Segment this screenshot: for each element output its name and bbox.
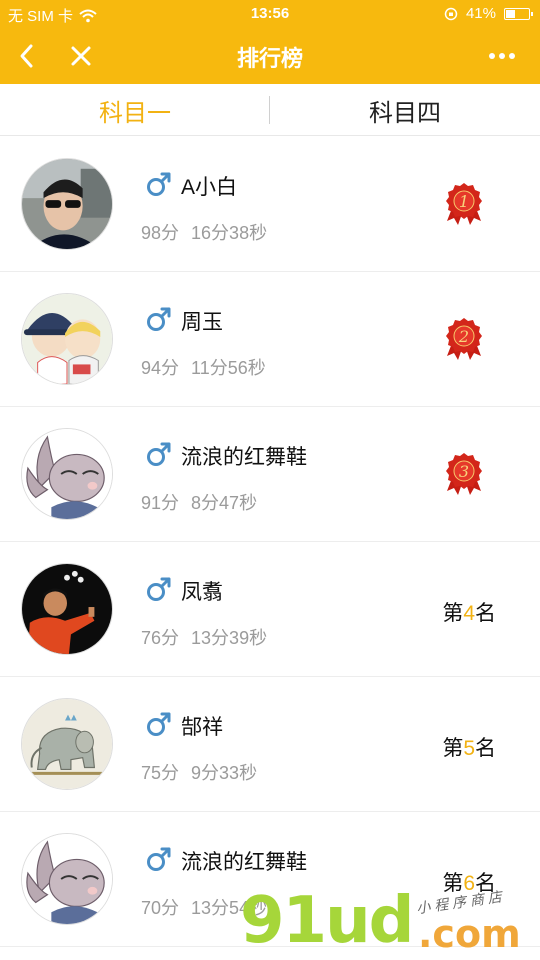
rank-number: 5 [463,737,475,760]
male-icon [147,577,171,601]
user-meta: 91分 8分47秒 [141,489,257,515]
rank-prefix: 第 [442,602,464,625]
tab-subject-4[interactable]: 科目四 [270,84,540,136]
avatar[interactable] [21,833,113,925]
score: 98分 [141,223,180,243]
rank-prefix: 第 [442,872,464,895]
user-meta: 98分 16分38秒 [141,219,267,245]
rank-suffix: 名 [475,872,496,895]
medal-number: 2 [458,327,469,346]
user-meta: 94分 11分56秒 [141,354,266,380]
rotation-lock-icon [444,7,458,20]
more-dots-icon [487,53,517,59]
battery-fill [506,9,515,18]
duration: 11分56秒 [191,358,266,378]
rank-label: 第5名 [442,732,496,762]
rank-number: 6 [463,872,475,895]
list-item[interactable]: 周玉 94分 11分56秒 2 [0,272,540,407]
list-item[interactable]: 郜祥 75分 9分33秒 第5名 [0,677,540,812]
duration: 13分39秒 [191,628,268,648]
score: 70分 [141,898,180,918]
status-bar: 无 SIM 卡 13:56 41% [0,0,540,28]
user-meta: 70分 13分54秒 [141,894,267,920]
medal-2-icon: 2 [446,318,482,360]
list-item[interactable]: 凤翥 76分 13分39秒 第4名 [0,542,540,677]
rank-number: 4 [463,602,475,625]
nav-bar: 排行榜 [0,28,540,84]
duration: 16分38秒 [191,223,268,243]
male-icon [147,172,171,196]
avatar[interactable] [21,293,113,385]
user-meta: 75分 9分33秒 [141,759,257,785]
score: 94分 [141,358,180,378]
user-name: A小白 [181,176,238,199]
list-item[interactable]: 流浪的红舞鞋 70分 13分54秒 第6名 [0,812,540,947]
medal-1-icon: 1 [446,183,482,225]
rank-suffix: 名 [475,602,496,625]
tab-subject-1[interactable]: 科目一 [0,84,270,136]
battery-icon [504,7,533,20]
page-title: 排行榜 [236,46,303,71]
medal-number: 3 [459,462,469,481]
user-name: 周玉 [181,311,223,334]
list-item[interactable]: A小白 98分 16分38秒 1 [0,137,540,272]
male-icon [147,847,171,871]
more-button[interactable] [478,34,526,78]
user-meta: 76分 13分39秒 [141,624,267,650]
score: 75分 [141,763,180,783]
list-item[interactable]: 流浪的红舞鞋 91分 8分47秒 3 [0,407,540,542]
user-name: 流浪的红舞鞋 [181,446,307,469]
rank-suffix: 名 [475,737,496,760]
user-name: 郜祥 [181,716,223,739]
user-name: 凤翥 [181,581,223,604]
avatar[interactable] [21,563,113,655]
user-name: 流浪的红舞鞋 [181,851,307,874]
avatar[interactable] [21,698,113,790]
male-icon [147,442,171,466]
avatar[interactable] [21,158,113,250]
subject-tabs: 科目一 科目四 [0,84,540,136]
medal-number: 1 [459,192,469,211]
male-icon [147,712,171,736]
rank-label: 第6名 [442,867,496,897]
male-icon [147,307,171,331]
ranking-list: A小白 98分 16分38秒 1 周玉 94分 11分56秒 2 流浪的红舞鞋 … [0,137,540,947]
score: 91分 [141,493,180,513]
rank-prefix: 第 [442,737,464,760]
duration: 8分47秒 [191,493,258,513]
duration: 13分54秒 [191,898,268,918]
avatar[interactable] [21,428,113,520]
score: 76分 [141,628,180,648]
rank-label: 第4名 [442,597,496,627]
battery-percent: 41% [465,5,496,22]
duration: 9分33秒 [191,763,258,783]
status-right: 41% [444,5,533,22]
medal-3-icon: 3 [446,453,482,495]
